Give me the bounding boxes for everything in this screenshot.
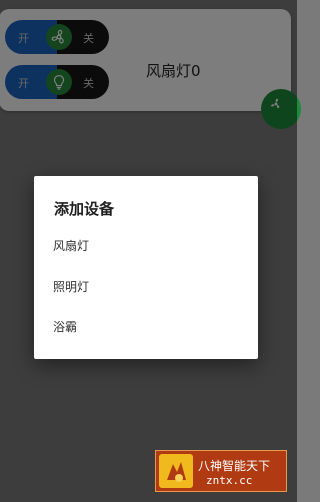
add-device-dialog: 添加设备 风扇灯 照明灯 浴霸 [34,176,258,359]
option-lighting[interactable]: 照明灯 [34,269,258,305]
watermark-text-cn: 八神智能天下 [198,459,271,473]
option-bath-heater[interactable]: 浴霸 [34,309,258,345]
watermark: 八神智能天下 zntx.cc [155,450,287,492]
watermark-logo-icon [159,454,193,488]
dialog-title: 添加设备 [54,200,115,218]
watermark-text-en: zntx.cc [206,474,253,487]
option-fan-light[interactable]: 风扇灯 [34,228,258,264]
